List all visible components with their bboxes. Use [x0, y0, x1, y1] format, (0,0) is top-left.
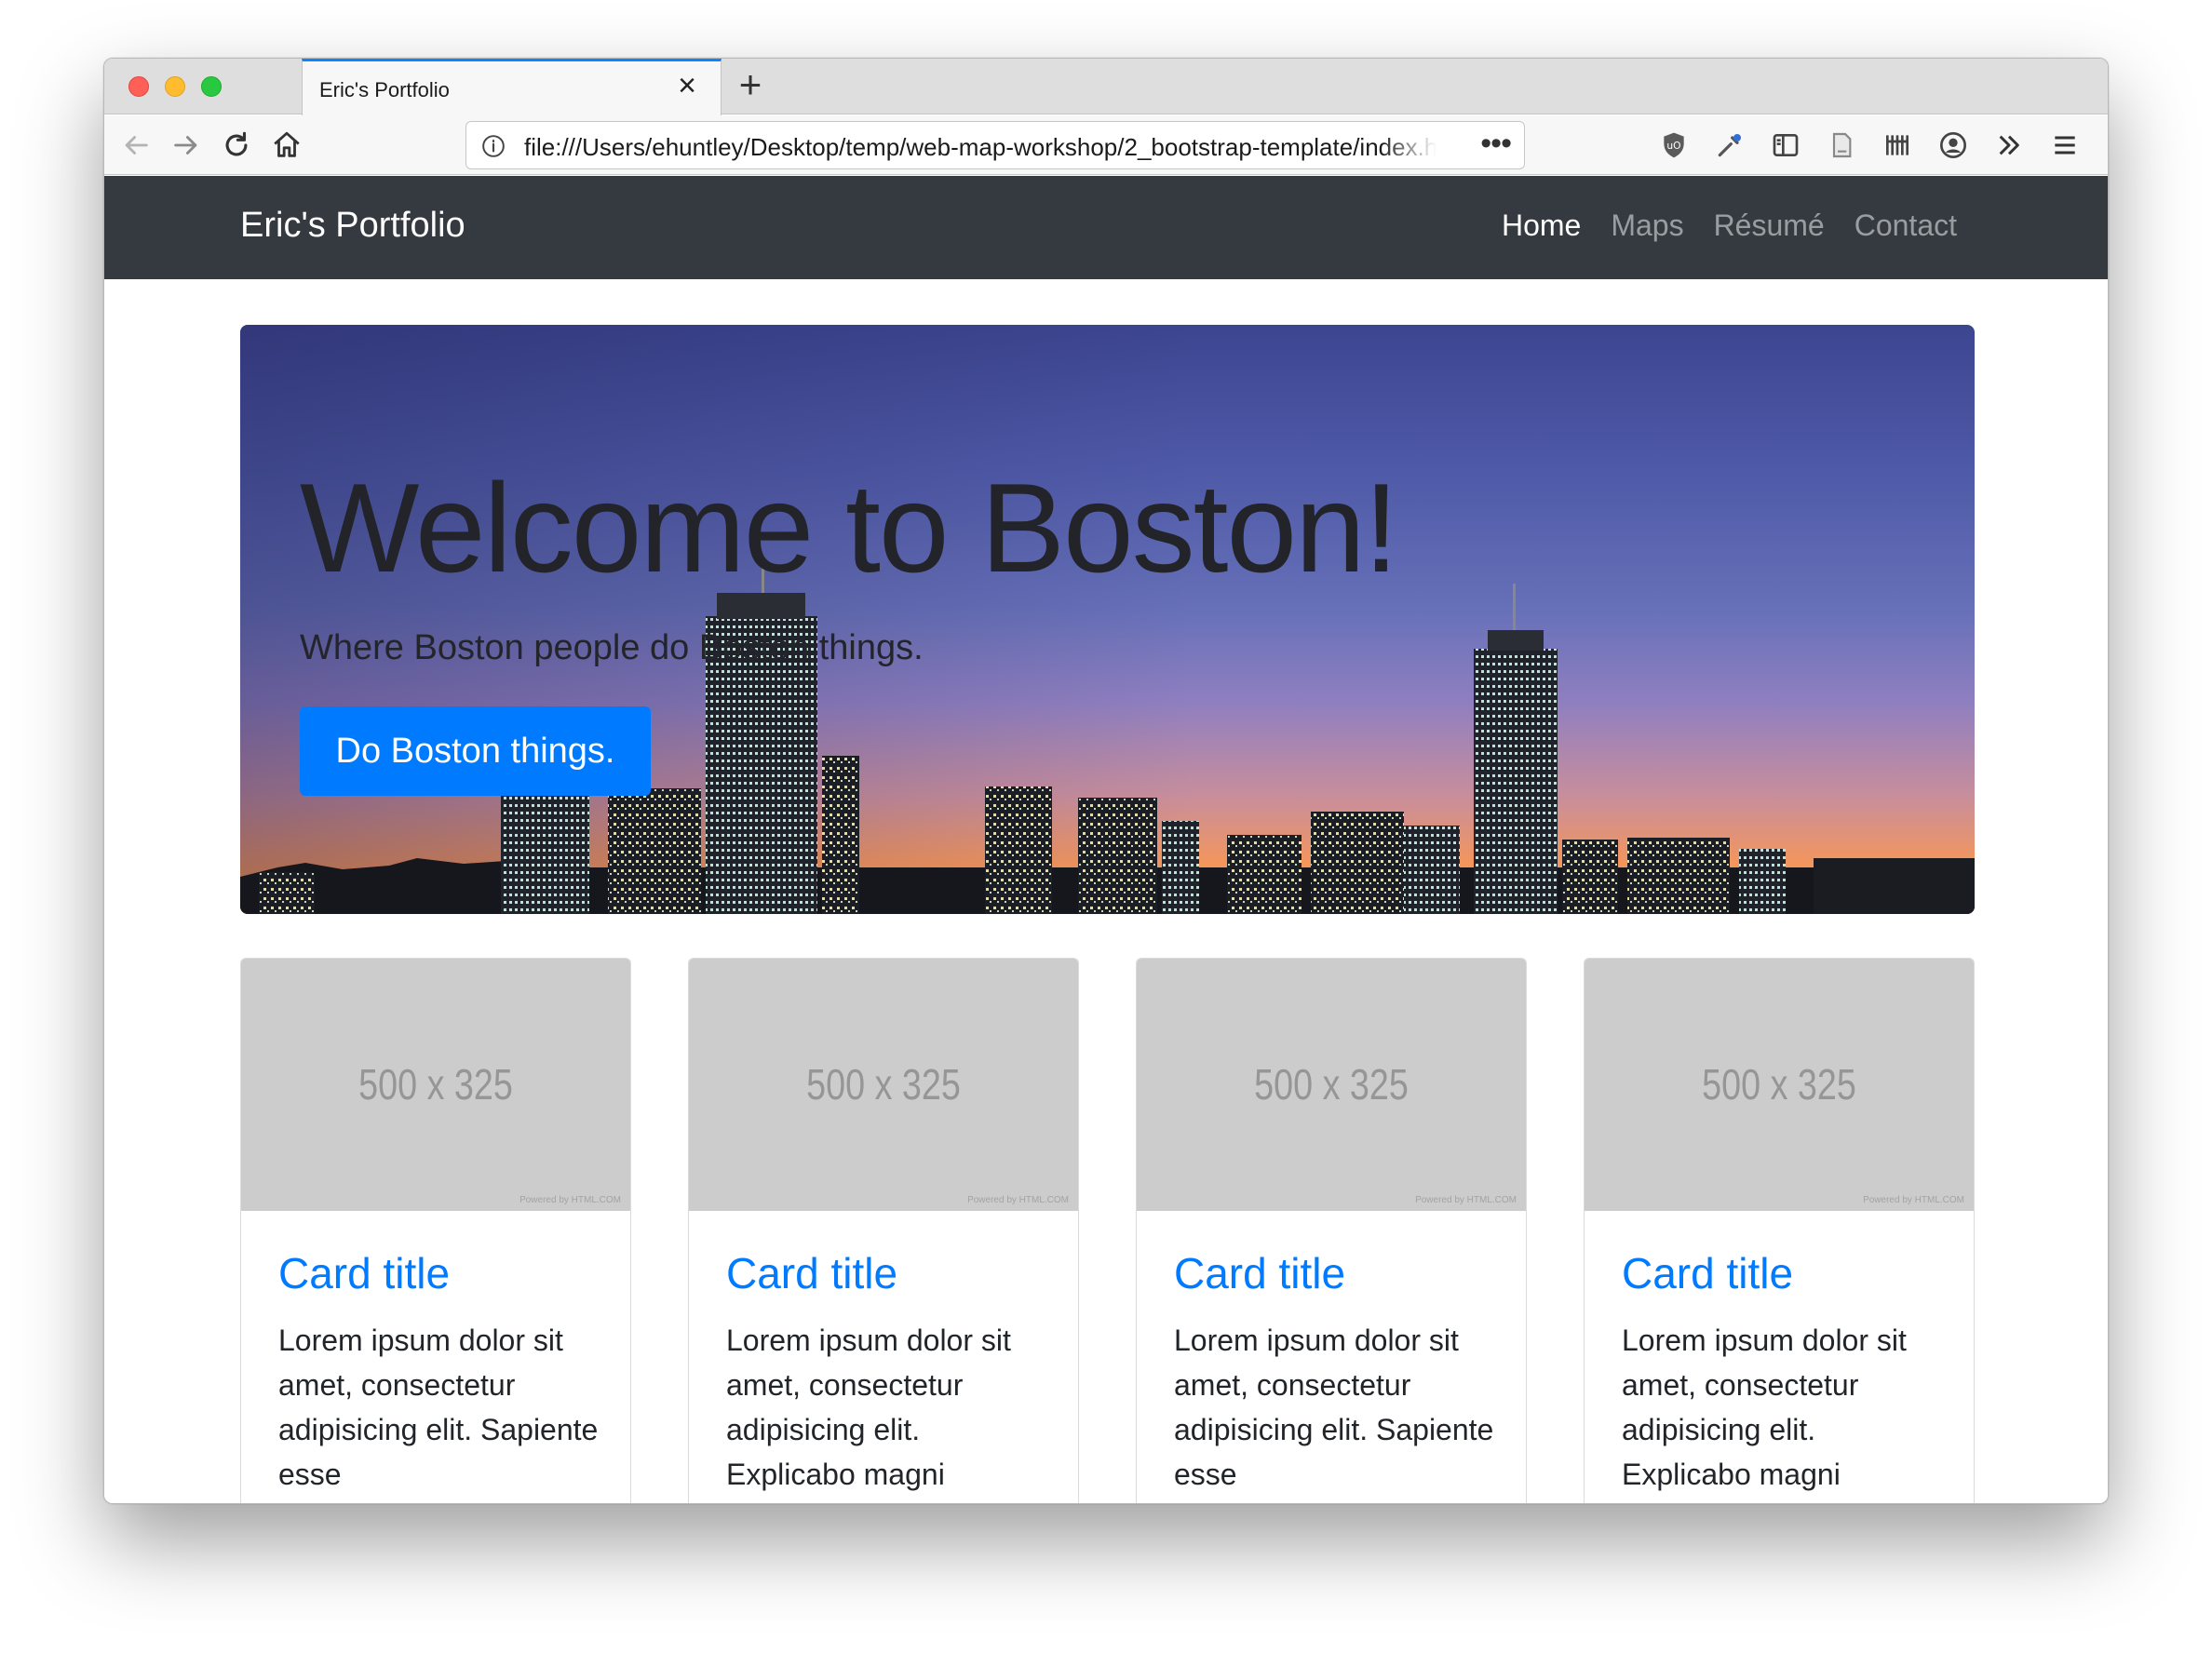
card-text: Lorem ipsum dolor sit amet, consectetur …: [1622, 1324, 1907, 1491]
placeholder-size-label: 500 x 325: [806, 1060, 961, 1109]
card: 500 x 325 Powered by HTML.COM Card title…: [1136, 958, 1527, 1503]
close-window-button[interactable]: [128, 76, 149, 97]
card-text: Lorem ipsum dolor sit amet, consectetur …: [1174, 1324, 1494, 1491]
placeholder-size-label: 500 x 325: [1254, 1060, 1409, 1109]
card-image-placeholder: 500 x 325 Powered by HTML.COM: [1585, 959, 1974, 1211]
overflow-chevrons-icon[interactable]: [1992, 128, 2026, 162]
placeholder-size-label: 500 x 325: [1702, 1060, 1856, 1109]
tab-bar: Eric's Portfolio × +: [104, 59, 2108, 115]
placeholder-credit: Powered by HTML.COM: [1863, 1195, 1964, 1205]
browser-window: Eric's Portfolio × + file:///Users/ehunt…: [103, 58, 2109, 1504]
library-icon[interactable]: [1881, 128, 1914, 162]
ublock-shield-icon[interactable]: uO: [1657, 128, 1691, 162]
card: 500 x 325 Powered by HTML.COM Card title…: [240, 958, 631, 1503]
web-page: Eric's Portfolio Home Maps Résumé Contac…: [104, 176, 2108, 1503]
new-tab-button[interactable]: +: [729, 64, 772, 107]
card-text: Lorem ipsum dolor sit amet, consectetur …: [278, 1324, 599, 1491]
card-title[interactable]: Card title: [1622, 1248, 1793, 1298]
minimize-window-button[interactable]: [165, 76, 185, 97]
nav-link-maps[interactable]: Maps: [1611, 208, 1683, 243]
account-icon[interactable]: [1936, 128, 1970, 162]
hero-lead: Where Boston people do Boston things.: [300, 628, 924, 667]
card-image-placeholder: 500 x 325 Powered by HTML.COM: [1137, 959, 1526, 1211]
tab-title: Eric's Portfolio: [319, 78, 450, 101]
placeholder-credit: Powered by HTML.COM: [519, 1195, 621, 1205]
menu-hamburger-icon[interactable]: [2048, 128, 2082, 162]
site-navbar: Eric's Portfolio Home Maps Résumé Contac…: [104, 176, 2108, 279]
hero-jumbotron: Welcome to Boston! Where Boston people d…: [240, 325, 1975, 914]
close-tab-icon[interactable]: ×: [672, 70, 702, 101]
card-image-placeholder: 500 x 325 Powered by HTML.COM: [689, 959, 1078, 1211]
nav-link-resume[interactable]: Résumé: [1714, 208, 1825, 243]
forward-arrow-icon[interactable]: [166, 125, 207, 166]
eyedropper-icon[interactable]: [1713, 128, 1747, 162]
page-actions-icon[interactable]: •••: [1480, 126, 1512, 162]
reader-view-icon[interactable]: [1825, 128, 1858, 162]
url-text[interactable]: file:///Users/ehuntley/Desktop/temp/web-…: [524, 133, 1436, 162]
nav-links: Home Maps Résumé Contact: [1502, 208, 1957, 243]
placeholder-credit: Powered by HTML.COM: [1415, 1195, 1517, 1205]
placeholder-credit: Powered by HTML.COM: [967, 1195, 1069, 1205]
card-text: Lorem ipsum dolor sit amet, consectetur …: [726, 1324, 1011, 1491]
nav-link-contact[interactable]: Contact: [1855, 208, 1957, 243]
url-bar[interactable]: file:///Users/ehuntley/Desktop/temp/web-…: [465, 121, 1525, 169]
home-icon[interactable]: [266, 125, 307, 166]
browser-toolbar: file:///Users/ehuntley/Desktop/temp/web-…: [104, 115, 2108, 175]
card-title[interactable]: Card title: [278, 1248, 450, 1298]
card-title[interactable]: Card title: [726, 1248, 897, 1298]
card-image-placeholder: 500 x 325 Powered by HTML.COM: [241, 959, 630, 1211]
svg-text:uO: uO: [1666, 140, 1680, 152]
site-info-icon[interactable]: [481, 134, 506, 158]
sidebar-icon[interactable]: [1769, 128, 1802, 162]
nav-link-home[interactable]: Home: [1502, 208, 1581, 243]
do-boston-things-button[interactable]: Do Boston things.: [300, 706, 651, 796]
placeholder-size-label: 500 x 325: [358, 1060, 513, 1109]
card: 500 x 325 Powered by HTML.COM Card title…: [688, 958, 1079, 1503]
navbar-brand[interactable]: Eric's Portfolio: [240, 206, 465, 246]
card-title[interactable]: Card title: [1174, 1248, 1345, 1298]
back-arrow-icon[interactable]: [115, 125, 156, 166]
reload-icon[interactable]: [216, 125, 257, 166]
hero-title: Welcome to Boston!: [300, 457, 1399, 598]
zoom-window-button[interactable]: [201, 76, 222, 97]
card: 500 x 325 Powered by HTML.COM Card title…: [1584, 958, 1975, 1503]
browser-tab[interactable]: Eric's Portfolio ×: [302, 59, 722, 115]
